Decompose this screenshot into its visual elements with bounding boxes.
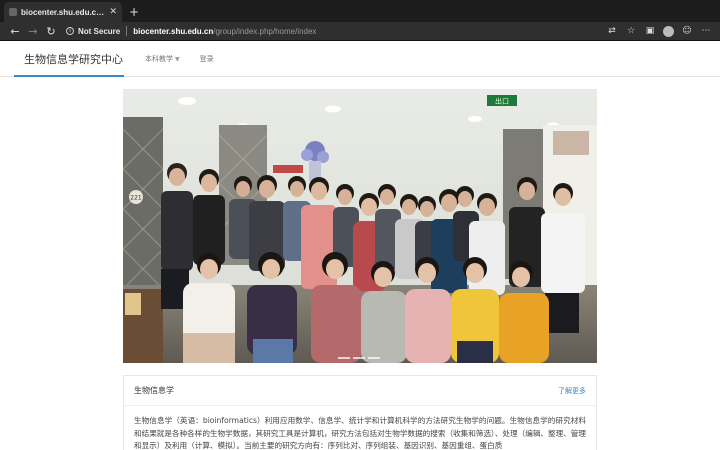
site-brand[interactable]: 生物信息学研究中心 [24,51,123,67]
url-field[interactable]: i Not Secure biocenter.shu.edu.cn /group… [66,26,606,36]
new-tab-button[interactable]: + [129,5,139,19]
url-host: biocenter.shu.edu.cn [133,26,214,36]
url-path: /group/index.php/home/index [213,26,317,36]
back-icon[interactable]: ← [6,25,24,38]
smiley-icon[interactable]: ☺ [681,26,693,36]
site-navbar: 生物信息学研究中心 本科教学 ▼ 登录 [0,41,720,77]
card-header: 生物信息学 了解更多 [124,376,596,406]
card-title: 生物信息学 [134,386,174,395]
menu-item-undergrad-teaching[interactable]: 本科教学 ▼ [145,54,180,64]
translate-icon[interactable]: ⇄ [606,26,618,36]
card-body-text: 生物信息学（英语：bioinformatics）利用应用数学、信息学、统计学和计… [134,416,586,450]
star-icon[interactable]: ☆ [625,26,637,36]
menu-item-label: 本科教学 [145,54,173,63]
favicon-icon [9,8,17,16]
group-photo-illustration: 221 出口 [123,89,597,363]
site-menu: 本科教学 ▼ 登录 [145,54,214,64]
hero-group-photo[interactable]: 221 出口 [123,89,597,363]
profile-icon[interactable] [663,25,674,37]
photo-plaque-number: 221 [130,195,142,202]
security-indicator[interactable]: i Not Secure [66,27,120,36]
carousel-dot[interactable] [338,357,350,359]
page-content: 生物信息学研究中心 本科教学 ▼ 登录 221 出口 生物信息学 了解更多 生物… [0,41,720,450]
photo-exit-sign: 出口 [495,97,509,106]
learn-more-link[interactable]: 了解更多 [558,386,586,396]
info-icon: i [66,27,74,35]
tab-title: biocenter.shu.edu.cn/group/in [21,7,106,17]
reload-icon[interactable]: ↻ [42,25,60,38]
active-nav-indicator [14,75,124,77]
omnibox-divider [126,26,128,36]
carousel-dot[interactable] [353,357,365,359]
chevron-down-icon: ▼ [175,55,180,63]
tab-close-icon[interactable]: ✕ [109,7,117,17]
carousel-indicators[interactable] [338,357,380,359]
browser-tab[interactable]: biocenter.shu.edu.cn/group/in ✕ [4,2,122,22]
extension-icon[interactable]: ▣ [644,26,656,36]
carousel-dot[interactable] [368,357,380,359]
more-icon[interactable]: ⋯ [700,26,712,36]
toolbar-actions: ⇄ ☆ ▣ ☺ ⋯ [606,25,712,37]
menu-item-login[interactable]: 登录 [200,54,214,64]
address-bar: ← → ↻ i Not Secure biocenter.shu.edu.cn … [0,22,720,41]
security-label: Not Secure [78,26,121,36]
bioinformatics-card: 生物信息学 了解更多 生物信息学（英语：bioinformatics）利用应用数… [123,375,597,450]
forward-icon[interactable]: → [24,25,42,38]
browser-tab-strip: biocenter.shu.edu.cn/group/in ✕ + [0,0,720,22]
